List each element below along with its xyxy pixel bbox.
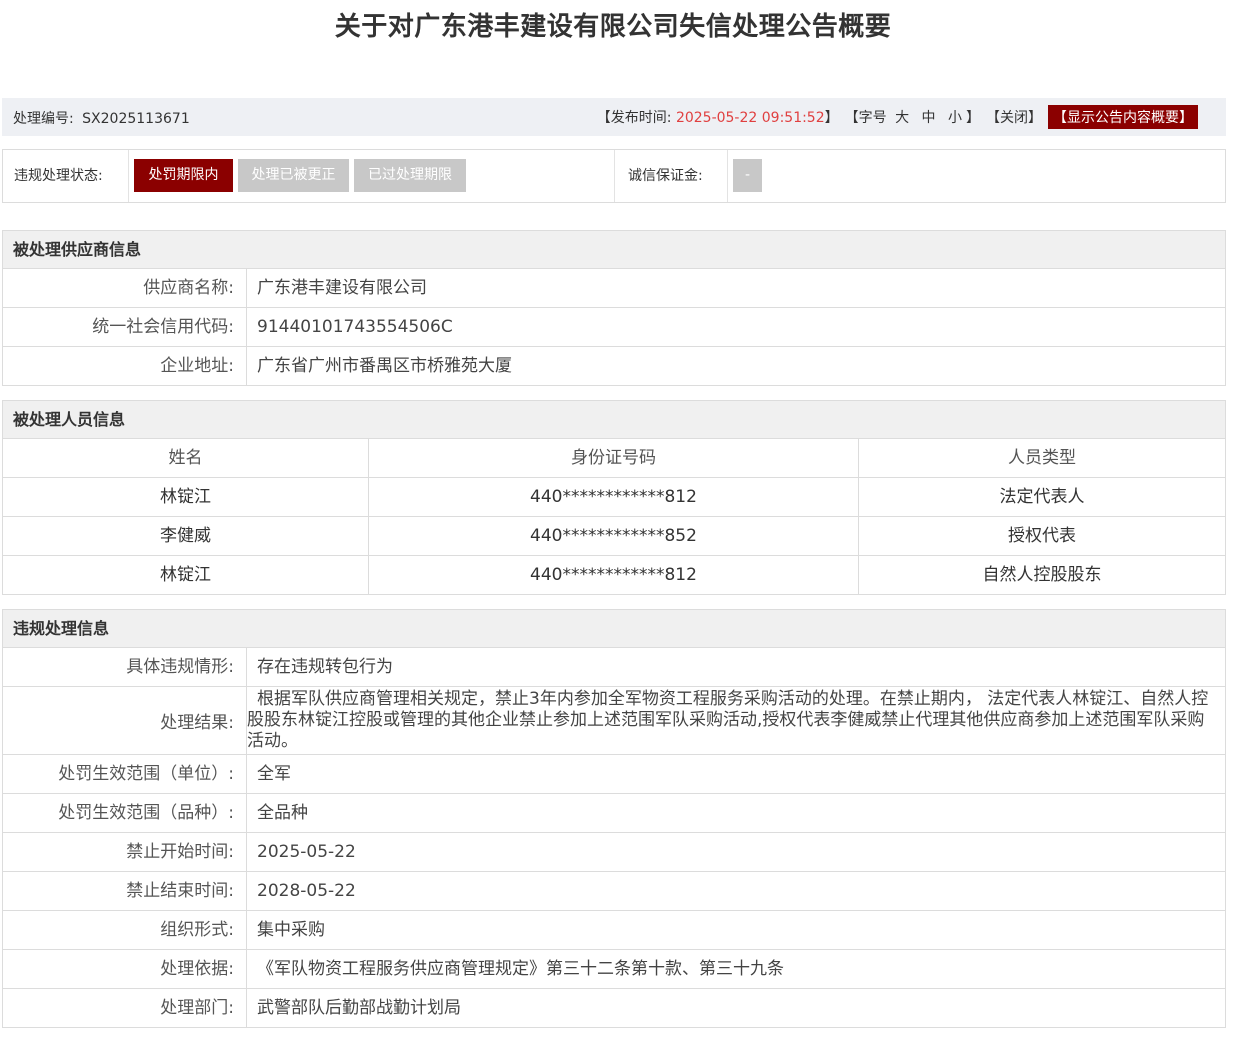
font-size-medium-button[interactable]: 中	[922, 110, 936, 126]
department-row: 处理部门: 武警部队后勤部战勤计划局	[3, 989, 1225, 1027]
start-date: 2025-05-22	[257, 842, 356, 862]
column-header: 姓名	[3, 439, 369, 477]
field-label: 统一社会信用代码:	[3, 308, 247, 346]
deposit-value: -	[733, 159, 762, 192]
font-size-bracket: 】	[966, 110, 980, 126]
person-name: 林锭江	[3, 556, 369, 594]
persons-table: 姓名 身份证号码 人员类型 林锭江 440************812 法定代…	[3, 439, 1225, 594]
deposit-label: 诚信保证金:	[614, 150, 728, 202]
status-label: 违规处理状态:	[3, 150, 129, 202]
meta-bar: 处理编号: SX2025113671 【发布时间: 2025-05-22 09:…	[2, 98, 1226, 136]
close-button[interactable]: 【关闭】	[986, 107, 1042, 127]
process-basis: 《军队物资工程服务供应商管理规定》第三十二条第十款、第三十九条	[257, 959, 784, 979]
field-label: 禁止开始时间:	[3, 833, 247, 871]
supplier-name: 广东港丰建设有限公司	[257, 278, 427, 298]
status-expired-button[interactable]: 已过处理期限	[354, 159, 466, 192]
field-label: 具体违规情形:	[3, 648, 247, 686]
result-row: 处理结果: 根据军队供应商管理相关规定，禁止3年内参加全军物资工程服务采购活动的…	[3, 687, 1225, 755]
field-label: 处罚生效范围（品种）:	[3, 794, 247, 832]
process-number-label: 处理编号:	[13, 111, 74, 127]
show-summary-button[interactable]: 【显示公告内容概要】	[1048, 105, 1198, 129]
person-type: 授权代表	[1008, 526, 1076, 546]
table-row: 林锭江 440************812 法定代表人	[3, 478, 1225, 517]
violation-type: 存在违规转包行为	[257, 657, 393, 677]
field-label: 组织形式:	[3, 911, 247, 949]
company-address: 广东省广州市番禺区市桥雅苑大厦	[257, 356, 512, 376]
violation-type-row: 具体违规情形: 存在违规转包行为	[3, 648, 1225, 687]
address-row: 企业地址: 广东省广州市番禺区市桥雅苑大厦	[3, 347, 1225, 385]
status-box: 违规处理状态: 处罚期限内 处理已被更正 已过处理期限 诚信保证金: -	[2, 149, 1226, 203]
person-name: 李健威	[3, 517, 369, 555]
org-form: 集中采购	[257, 920, 325, 940]
scope-category-row: 处罚生效范围（品种）: 全品种	[3, 794, 1225, 833]
process-result: 根据军队供应商管理相关规定，禁止3年内参加全军物资工程服务采购活动的处理。在禁止…	[247, 689, 1209, 751]
person-name: 林锭江	[3, 478, 369, 516]
publish-time-label: 【发布时间:	[596, 110, 676, 126]
basis-row: 处理依据: 《军队物资工程服务供应商管理规定》第三十二条第十款、第三十九条	[3, 950, 1225, 989]
end-date: 2028-05-22	[257, 881, 356, 901]
field-label: 供应商名称:	[3, 269, 247, 307]
table-row: 林锭江 440************812 自然人控股股东	[3, 556, 1225, 594]
scope-category: 全品种	[257, 803, 308, 823]
field-label: 企业地址:	[3, 347, 247, 385]
column-header: 人员类型	[1008, 448, 1076, 468]
font-size-large-button[interactable]: 大	[895, 110, 909, 126]
status-corrected-button[interactable]: 处理已被更正	[238, 159, 349, 192]
font-size-controls: 【字号 大 中 小】	[845, 107, 980, 127]
start-date-row: 禁止开始时间: 2025-05-22	[3, 833, 1225, 872]
scope-unit: 全军	[257, 764, 291, 784]
field-label: 处理部门:	[3, 989, 247, 1027]
publish-time-value: 2025-05-22 09:51:52	[675, 110, 825, 126]
field-label: 处理依据:	[3, 950, 247, 988]
credit-code: 91440101743554506C	[257, 317, 453, 337]
field-label: 处理结果:	[3, 687, 247, 754]
column-header: 身份证号码	[369, 439, 859, 477]
persons-heading: 被处理人员信息	[3, 401, 1225, 439]
font-size-small-button[interactable]: 小	[948, 110, 962, 126]
end-date-row: 禁止结束时间: 2028-05-22	[3, 872, 1225, 911]
persons-section: 被处理人员信息 姓名 身份证号码 人员类型 林锭江 440***********…	[2, 400, 1226, 595]
process-number-value: SX2025113671	[82, 111, 190, 127]
credit-code-row: 统一社会信用代码: 91440101743554506C	[3, 308, 1225, 347]
field-label: 处罚生效范围（单位）:	[3, 755, 247, 793]
person-type: 自然人控股股东	[982, 565, 1102, 585]
person-id: 440************812	[369, 556, 859, 594]
violation-heading: 违规处理信息	[3, 610, 1225, 648]
field-label: 禁止结束时间:	[3, 872, 247, 910]
table-row: 李健威 440************852 授权代表	[3, 517, 1225, 556]
supplier-heading: 被处理供应商信息	[3, 231, 1225, 269]
person-type: 法定代表人	[999, 487, 1085, 507]
process-department: 武警部队后勤部战勤计划局	[257, 998, 461, 1018]
meta-actions: 【发布时间: 2025-05-22 09:51:52】 【字号 大 中 小】 【…	[597, 105, 1198, 129]
person-id: 440************812	[369, 478, 859, 516]
table-header-row: 姓名 身份证号码 人员类型	[3, 439, 1225, 478]
supplier-name-row: 供应商名称: 广东港丰建设有限公司	[3, 269, 1225, 308]
supplier-section: 被处理供应商信息 供应商名称: 广东港丰建设有限公司 统一社会信用代码: 914…	[2, 230, 1226, 386]
publish-time-bracket: 】	[824, 110, 839, 126]
violation-section: 违规处理信息 具体违规情形: 存在违规转包行为 处理结果: 根据军队供应商管理相…	[2, 609, 1226, 1028]
page-title: 关于对广东港丰建设有限公司失信处理公告概要	[334, 12, 892, 42]
scope-unit-row: 处罚生效范围（单位）: 全军	[3, 755, 1225, 794]
status-active-button[interactable]: 处罚期限内	[134, 159, 233, 192]
process-number: 处理编号: SX2025113671	[13, 108, 190, 128]
org-form-row: 组织形式: 集中采购	[3, 911, 1225, 950]
font-size-label: 【字号	[844, 110, 887, 126]
person-id: 440************852	[369, 517, 859, 555]
publish-time: 【发布时间: 2025-05-22 09:51:52】	[597, 107, 839, 127]
